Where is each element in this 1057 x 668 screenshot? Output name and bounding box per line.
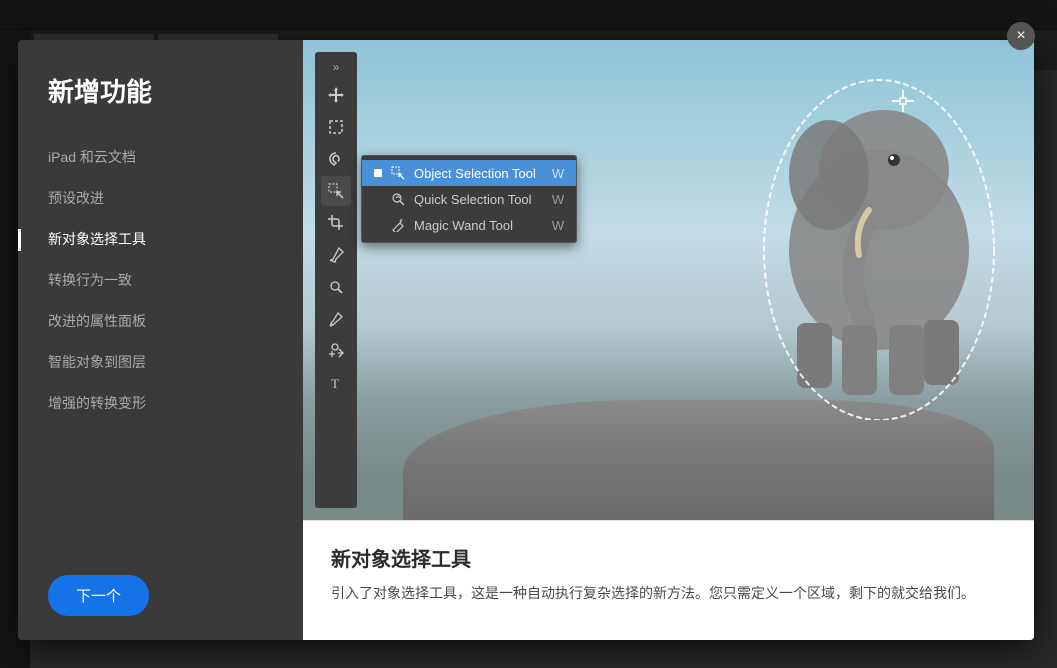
close-icon: × <box>1016 27 1025 45</box>
ps-inner-toolbar: » <box>315 52 357 508</box>
cursor-crosshair-icon <box>892 90 914 112</box>
tcm-label-3: Magic Wand Tool <box>414 218 536 233</box>
tcm-icon-2 <box>390 191 406 207</box>
nav-item-smart-object-layer[interactable]: 智能对象到图层 <box>18 342 303 383</box>
tcm-magic-wand[interactable]: Magic Wand Tool W <box>362 212 576 238</box>
tcm-shortcut-1: W <box>552 166 564 181</box>
marquee-icon <box>328 119 344 135</box>
tcm-shortcut-3: W <box>552 218 564 233</box>
nav-item-properties-panel[interactable]: 改进的属性面板 <box>18 301 303 342</box>
tool-clone[interactable] <box>321 336 351 366</box>
modal-sidebar: 新增功能 iPad 和云文档 预设改进 新对象选择工具 转换行为一致 改进的属性… <box>18 40 303 640</box>
close-button[interactable]: × <box>1007 22 1035 50</box>
lasso-icon <box>328 151 344 167</box>
heal-icon <box>328 279 344 295</box>
clone-icon <box>328 343 344 359</box>
tcm-quick-selection[interactable]: Quick Selection Tool W <box>362 186 576 212</box>
description-text: 引入了对象选择工具，这是一种自动执行复杂选择的新方法。您只需定义一个区域，剩下的… <box>331 582 1006 606</box>
tcm-selected-dot <box>374 169 382 177</box>
tool-heal[interactable] <box>321 272 351 302</box>
tool-context-menu: Object Selection Tool W Quick Selection … <box>361 155 577 243</box>
tool-lasso[interactable] <box>321 144 351 174</box>
tcm-shortcut-2: W <box>552 192 564 207</box>
modal-content: » <box>303 40 1034 640</box>
nav-items: iPad 和云文档 预设改进 新对象选择工具 转换行为一致 改进的属性面板 智能… <box>18 137 303 551</box>
tcm-object-selection[interactable]: Object Selection Tool W <box>362 160 576 186</box>
nav-item-transform-warp[interactable]: 增强的转换变形 <box>18 383 303 424</box>
modal-dialog: 新增功能 iPad 和云文档 预设改进 新对象选择工具 转换行为一致 改进的属性… <box>18 40 1034 640</box>
nav-item-object-select-tool[interactable]: 新对象选择工具 <box>18 219 303 260</box>
image-area: » <box>303 40 1034 520</box>
tcm-icon-1 <box>390 165 406 181</box>
type-icon: T <box>328 375 344 391</box>
nav-item-ipad-cloud[interactable]: iPad 和云文档 <box>18 137 303 178</box>
tool-move[interactable] <box>321 80 351 110</box>
description-area: 新对象选择工具 引入了对象选择工具，这是一种自动执行复杂选择的新方法。您只需定义… <box>303 520 1034 640</box>
crop-icon <box>328 215 344 231</box>
svg-text:T: T <box>331 376 339 391</box>
next-button[interactable]: 下一个 <box>48 575 149 616</box>
tool-marquee[interactable] <box>321 112 351 142</box>
object-select-icon <box>328 183 344 199</box>
nav-item-transform-behavior[interactable]: 转换行为一致 <box>18 260 303 301</box>
description-title: 新对象选择工具 <box>331 543 1006 572</box>
brush-icon <box>328 311 344 327</box>
move-icon <box>328 87 344 103</box>
eyedropper-icon <box>328 247 344 263</box>
modal-title: 新增功能 <box>18 72 303 137</box>
tcm-icon-3 <box>390 217 406 233</box>
cross-cursor <box>892 90 914 118</box>
tcm-label-2: Quick Selection Tool <box>414 192 536 207</box>
tool-object-select[interactable] <box>321 176 351 206</box>
elephant-illustration <box>694 60 1004 420</box>
tool-eyedropper[interactable] <box>321 240 351 270</box>
tool-type[interactable]: T <box>321 368 351 398</box>
tcm-label-1: Object Selection Tool <box>414 166 536 181</box>
tool-brush[interactable] <box>321 304 351 334</box>
tool-crop[interactable] <box>321 208 351 238</box>
toolbar-expand-icon: » <box>333 58 340 78</box>
nav-item-preset-improve[interactable]: 预设改进 <box>18 178 303 219</box>
